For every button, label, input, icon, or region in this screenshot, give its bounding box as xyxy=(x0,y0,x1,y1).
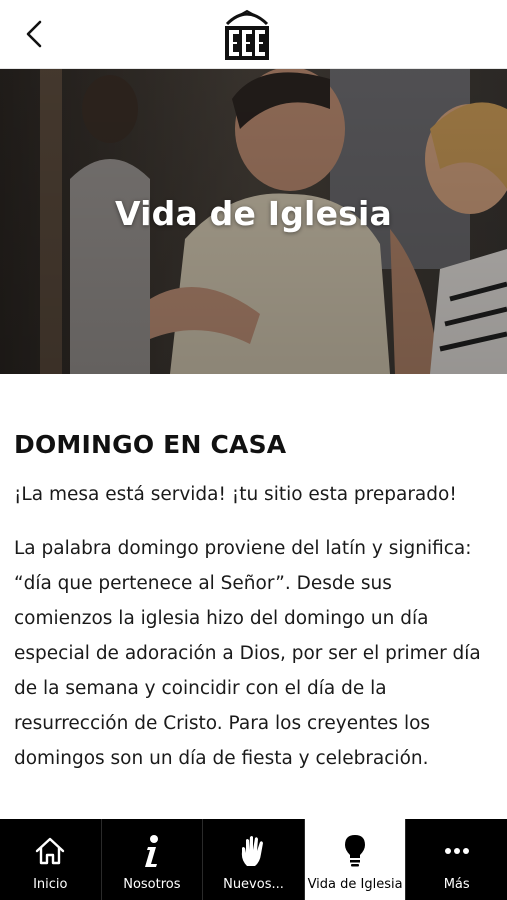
body-paragraph: La palabra domingo proviene del latín y … xyxy=(14,538,481,769)
lightbulb-icon xyxy=(345,835,366,867)
tab-mas[interactable]: Más xyxy=(406,819,507,900)
tab-vida-de-iglesia[interactable]: Vida de Iglesia xyxy=(304,819,407,900)
section-title: DOMINGO EN CASA xyxy=(14,430,287,459)
back-button[interactable] xyxy=(14,14,54,54)
more-dots-icon xyxy=(444,848,469,854)
article-content: DOMINGO EN CASA ¡La mesa está servida! ¡… xyxy=(14,430,494,776)
tab-nuevos[interactable]: Nuevos... xyxy=(203,819,305,900)
bottom-tab-bar: Inicio Nosotros Nuevos... Vida de Iglesi… xyxy=(0,819,507,900)
tab-nosotros[interactable]: Nosotros xyxy=(102,819,204,900)
tab-label: Más xyxy=(443,877,470,892)
tab-label: Nuevos... xyxy=(223,877,284,892)
info-icon xyxy=(144,835,158,867)
tab-label: Inicio xyxy=(33,877,68,892)
tagline: ¡La mesa está servida! ¡tu sitio esta pr… xyxy=(14,484,457,505)
hero-title: Vida de Iglesia xyxy=(115,194,392,233)
tab-label: Vida de Iglesia xyxy=(307,877,403,892)
tab-label: Nosotros xyxy=(123,877,181,892)
top-bar xyxy=(0,0,507,69)
hand-icon xyxy=(242,836,264,866)
tab-inicio[interactable]: Inicio xyxy=(0,819,102,900)
hero-banner: Vida de Iglesia xyxy=(0,69,507,374)
home-icon xyxy=(36,837,65,865)
chevron-left-icon xyxy=(26,20,42,48)
church-logo-icon xyxy=(225,9,269,60)
